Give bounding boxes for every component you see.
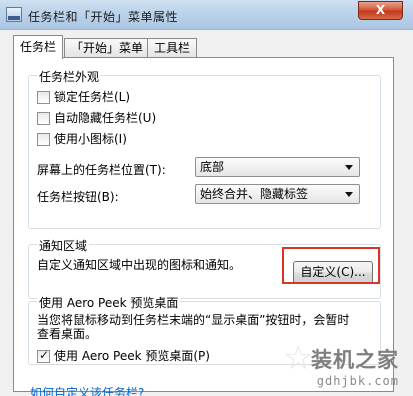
small-icons-option[interactable]: 使用小图标(I)	[37, 130, 127, 146]
appearance-group-title: 任务栏外观	[37, 68, 102, 85]
aero-peek-checkbox[interactable]	[37, 348, 50, 363]
aero-peek-group-title: 使用 Aero Peek 预览桌面	[37, 294, 181, 311]
tab-taskbar[interactable]: 任务栏	[13, 35, 64, 59]
small-icons-label: 使用小图标(I)	[54, 132, 127, 146]
taskbar-app-icon	[6, 7, 22, 22]
tab-panel-taskbar: 任务栏外观 锁定任务栏(L) 自动隐藏任务栏(U) 使用小图标(I) 屏幕上的任…	[13, 57, 394, 396]
taskbar-buttons-value: 始终合并、隐藏标签	[200, 187, 309, 201]
tab-start-menu[interactable]: 「开始」菜单	[64, 38, 151, 58]
chevron-down-icon	[345, 165, 353, 170]
notification-area-title: 通知区域	[37, 237, 90, 254]
autohide-taskbar-label: 自动隐藏任务栏(U)	[54, 111, 157, 125]
tab-toolbars[interactable]: 工具栏	[147, 38, 198, 58]
taskbar-position-label: 屏幕上的任务栏位置(T):	[37, 163, 166, 177]
close-button[interactable]: X	[358, 1, 403, 20]
star-icon: ☆	[283, 338, 314, 378]
watermark-logo: ☆ 装机之家 gdhjbk.com	[283, 338, 399, 388]
lock-taskbar-checkbox[interactable]	[37, 91, 50, 104]
customize-highlight-box	[282, 247, 380, 284]
aero-peek-label: 使用 Aero Peek 预览桌面(P)	[54, 349, 210, 363]
taskbar-position-select[interactable]: 底部	[195, 157, 360, 177]
dialog-client-area: 任务栏 「开始」菜单 工具栏 任务栏外观 锁定任务栏(L) 自动隐藏任务栏(U)…	[0, 30, 413, 396]
notification-area-description: 自定义通知区域中出现的图标和通知。	[37, 258, 242, 272]
watermark-url: gdhjbk.com	[316, 374, 399, 388]
window-title: 任务栏和「开始」菜单属性	[28, 10, 179, 24]
appearance-group: 任务栏外观 锁定任务栏(L) 自动隐藏任务栏(U) 使用小图标(I) 屏幕上的任…	[28, 68, 381, 229]
autohide-taskbar-checkbox[interactable]	[37, 112, 50, 125]
chevron-down-icon	[345, 192, 353, 197]
small-icons-checkbox[interactable]	[37, 133, 50, 146]
taskbar-position-value: 底部	[200, 160, 225, 174]
lock-taskbar-option[interactable]: 锁定任务栏(L)	[37, 88, 130, 104]
taskbar-buttons-label: 任务栏按钮(B):	[37, 190, 119, 204]
watermark-title: 装机之家	[311, 348, 399, 372]
title-bar: 任务栏和「开始」菜单属性 X	[0, 0, 413, 30]
aero-peek-option[interactable]: 使用 Aero Peek 预览桌面(P)	[37, 347, 210, 363]
aero-peek-description-line2: 查看桌面。	[37, 327, 98, 341]
lock-taskbar-label: 锁定任务栏(L)	[54, 90, 131, 104]
help-link[interactable]: 如何自定义该任务栏?	[30, 384, 144, 396]
taskbar-buttons-select[interactable]: 始终合并、隐藏标签	[195, 184, 360, 204]
autohide-taskbar-option[interactable]: 自动隐藏任务栏(U)	[37, 109, 156, 125]
